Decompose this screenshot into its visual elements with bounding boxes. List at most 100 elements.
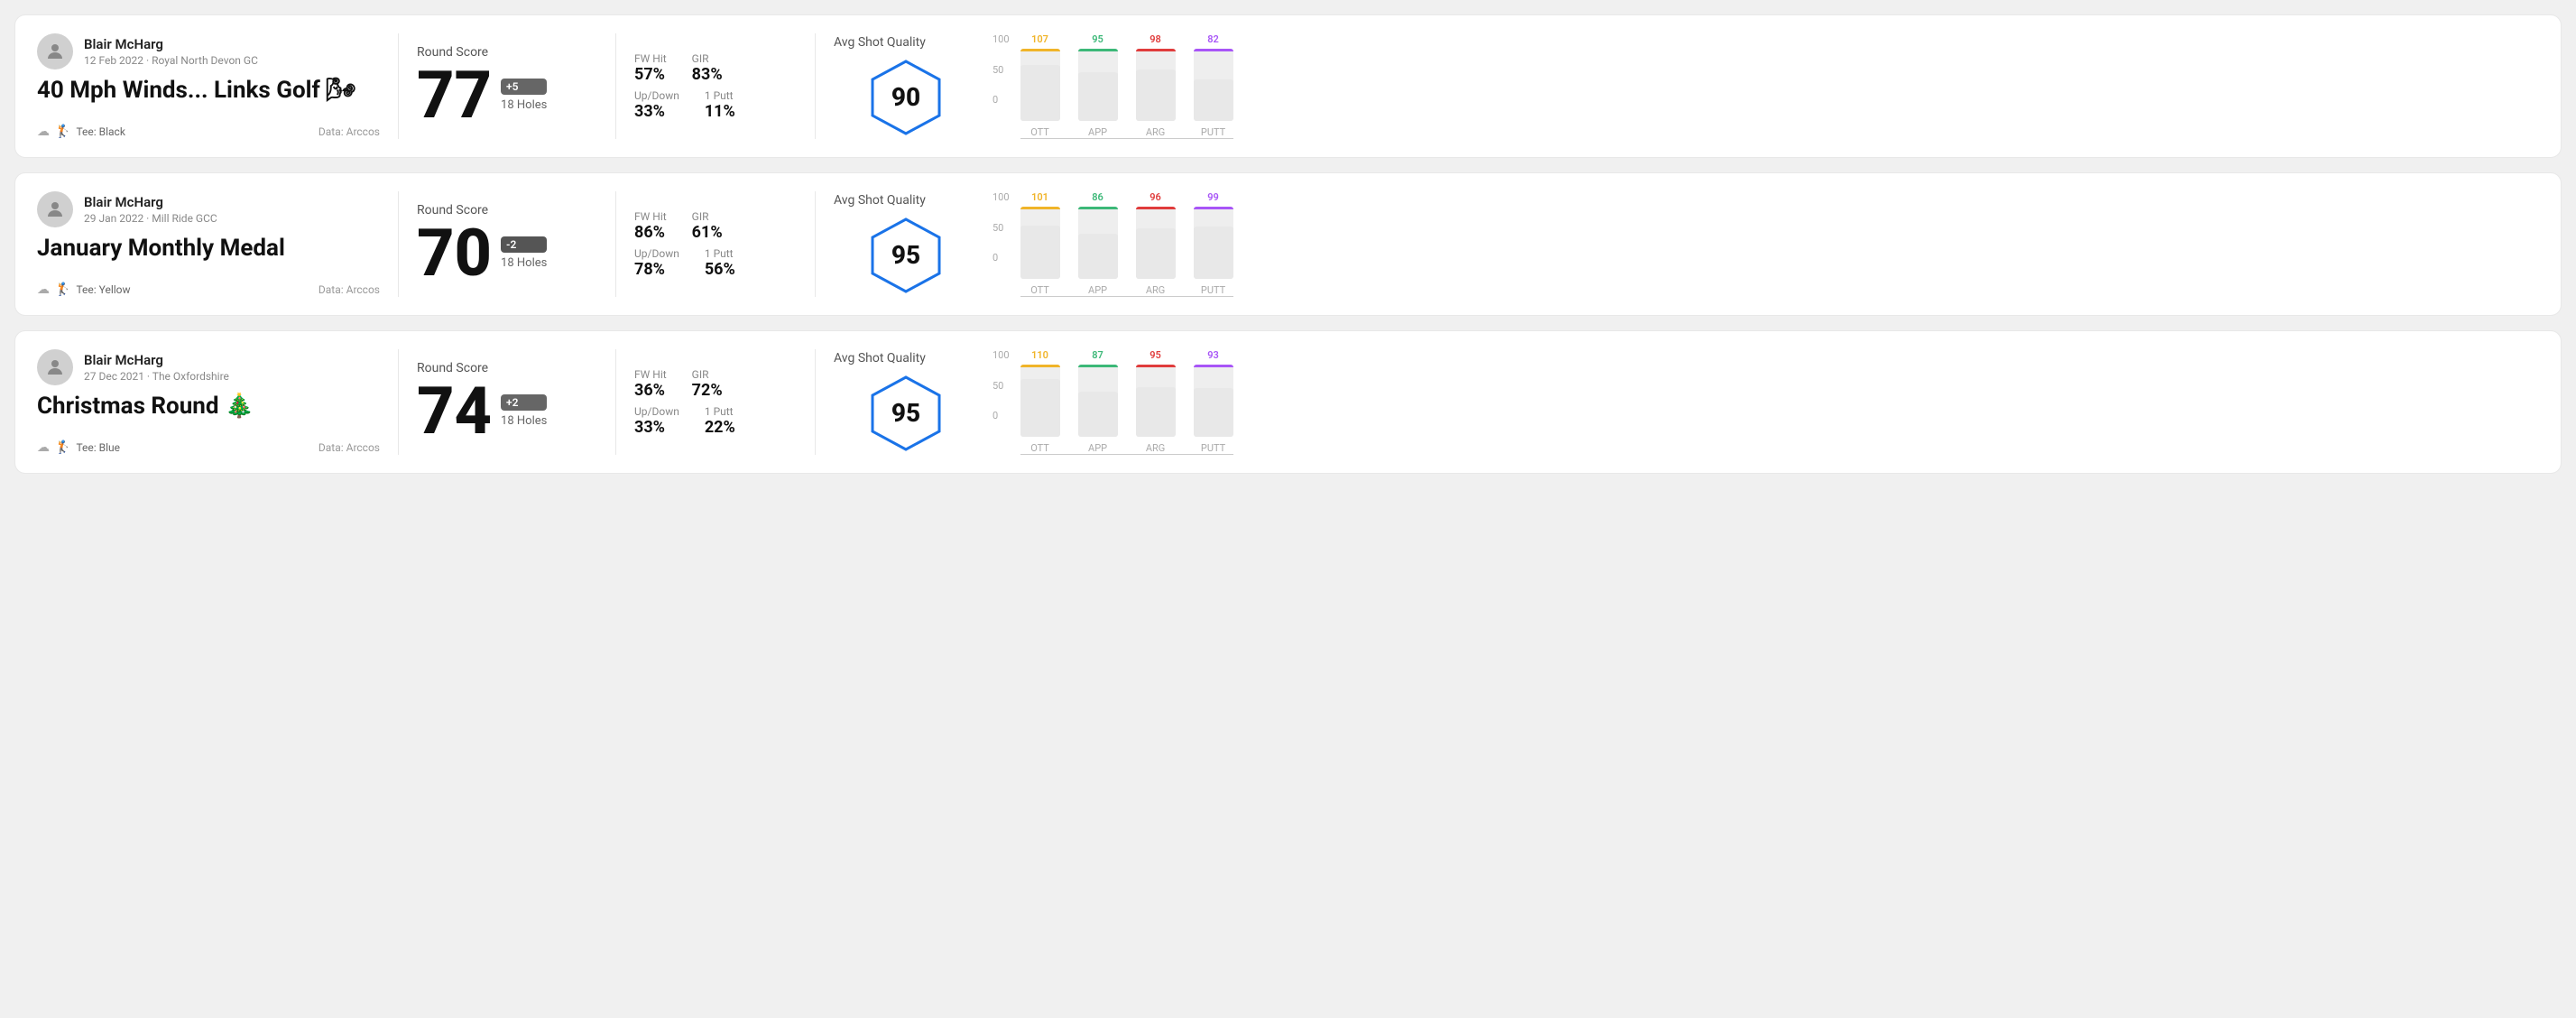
stats-row-bottom: Up/Down 33% 1 Putt 22%	[634, 405, 797, 437]
score-badge: +2	[501, 394, 547, 411]
bar-group-putt: 99 PUTT	[1194, 191, 1233, 296]
bar-accent	[1194, 207, 1233, 209]
bar-value: 95	[1150, 349, 1161, 361]
bar-label: APP	[1088, 284, 1107, 296]
bar-group-ott: 110 OTT	[1020, 349, 1060, 454]
score-number: 74	[417, 379, 492, 444]
data-source: Data: Arccos	[319, 283, 380, 296]
quality-label: Avg Shot Quality	[834, 351, 926, 366]
divider	[398, 349, 399, 455]
score-row: 74 +2 18 Holes	[417, 379, 597, 444]
hexagon-container: 95	[865, 373, 946, 454]
bar-value: 96	[1150, 191, 1161, 203]
card-score: Round Score 70 -2 18 Holes	[417, 191, 597, 297]
bar-label: OTT	[1030, 442, 1049, 454]
card-quality: Avg Shot Quality 95	[834, 191, 978, 297]
bar-group-putt: 82 PUTT	[1194, 33, 1233, 138]
bar-value: 107	[1031, 33, 1048, 45]
bar-fill-bg	[1078, 234, 1118, 279]
bar-value: 98	[1150, 33, 1161, 45]
y-tick: 100	[993, 191, 1010, 203]
bar-group-app: 86 APP	[1078, 191, 1118, 296]
card-footer: ☁ 🏌 Tee: Black Data: Arccos	[37, 125, 380, 139]
bar-group-app: 95 APP	[1078, 33, 1118, 138]
stat-gir: GIR 83%	[692, 52, 723, 84]
round-title: January Monthly Medal	[37, 235, 380, 262]
stats-row-bottom: Up/Down 78% 1 Putt 56%	[634, 247, 797, 279]
bar-fill-bg	[1194, 388, 1233, 437]
card-score: Round Score 77 +5 18 Holes	[417, 33, 597, 139]
score-number: 70	[417, 221, 492, 286]
bar-accent	[1078, 365, 1118, 367]
gir-label: GIR	[692, 210, 723, 223]
tee-info: ☁ 🏌 Tee: Yellow	[37, 282, 131, 297]
updown-label: Up/Down	[634, 247, 679, 260]
stat-updown: Up/Down 78%	[634, 247, 679, 279]
bar-fill-bg	[1136, 69, 1176, 121]
card-stats: FW Hit 86% GIR 61% Up/Down 78% 1 Putt	[634, 191, 797, 297]
person-icon	[44, 199, 66, 220]
oneputt-label: 1 Putt	[705, 247, 735, 260]
stats-row-top: FW Hit 36% GIR 72%	[634, 368, 797, 400]
bar-fill-bg	[1194, 227, 1233, 279]
bar-value: 95	[1092, 33, 1103, 45]
bar-group-putt: 93 PUTT	[1194, 349, 1233, 454]
stat-fw-hit: FW Hit 57%	[634, 52, 667, 84]
avatar	[37, 33, 73, 69]
bar-wrapper	[1020, 207, 1060, 279]
cloud-icon: ☁	[37, 440, 50, 455]
divider	[398, 33, 399, 139]
bar-group-arg: 96 ARG	[1136, 191, 1176, 296]
bag-icon: 🏌	[55, 440, 70, 455]
chart-area: 100500 107 OTT 95 AP	[978, 33, 2539, 139]
score-badge-holes: +5 18 Holes	[501, 79, 547, 112]
updown-value: 33%	[634, 102, 679, 121]
stats-row-top: FW Hit 86% GIR 61%	[634, 210, 797, 242]
bag-icon: 🏌	[55, 282, 70, 297]
bar-fill-bg	[1020, 226, 1060, 279]
bar-wrapper	[1136, 207, 1176, 279]
player-info: Blair McHarg 27 Dec 2021 · The Oxfordshi…	[37, 349, 380, 385]
card-footer: ☁ 🏌 Tee: Yellow Data: Arccos	[37, 282, 380, 297]
fw-hit-label: FW Hit	[634, 368, 667, 381]
bar-wrapper	[1194, 49, 1233, 121]
card-footer: ☁ 🏌 Tee: Blue Data: Arccos	[37, 440, 380, 455]
avatar	[37, 349, 73, 385]
round-title: Christmas Round 🎄	[37, 393, 380, 420]
bar-value: 86	[1092, 191, 1103, 203]
bar-wrapper	[1194, 207, 1233, 279]
bar-wrapper	[1020, 365, 1060, 437]
stats-row-top: FW Hit 57% GIR 83%	[634, 52, 797, 84]
quality-label: Avg Shot Quality	[834, 193, 926, 208]
oneputt-label: 1 Putt	[705, 405, 735, 418]
tee-label: Tee: Yellow	[76, 283, 130, 296]
updown-value: 33%	[634, 418, 679, 437]
gir-label: GIR	[692, 52, 723, 65]
cloud-icon: ☁	[37, 125, 50, 139]
bar-fill-bg	[1078, 392, 1118, 437]
avatar	[37, 191, 73, 227]
oneputt-value: 22%	[705, 418, 735, 437]
bar-wrapper	[1194, 365, 1233, 437]
oneputt-value: 11%	[705, 102, 735, 121]
bar-label: ARG	[1146, 442, 1165, 454]
stat-fw-hit: FW Hit 36%	[634, 368, 667, 400]
stat-fw-hit: FW Hit 86%	[634, 210, 667, 242]
stat-gir: GIR 61%	[692, 210, 723, 242]
bar-label: ARG	[1146, 284, 1165, 296]
fw-hit-label: FW Hit	[634, 52, 667, 65]
fw-hit-value: 36%	[634, 381, 667, 400]
stat-updown: Up/Down 33%	[634, 405, 679, 437]
bar-fill-bg	[1136, 228, 1176, 279]
stat-oneputt: 1 Putt 22%	[705, 405, 735, 437]
card-left: Blair McHarg 12 Feb 2022 · Royal North D…	[37, 33, 380, 139]
stat-oneputt: 1 Putt 11%	[705, 89, 735, 121]
bar-label: APP	[1088, 126, 1107, 138]
updown-value: 78%	[634, 260, 679, 279]
player-date-course: 27 Dec 2021 · The Oxfordshire	[84, 370, 229, 383]
stat-updown: Up/Down 33%	[634, 89, 679, 121]
bar-group-ott: 107 OTT	[1020, 33, 1060, 138]
holes-text: 18 Holes	[501, 98, 547, 112]
card-quality: Avg Shot Quality 90	[834, 33, 978, 139]
bar-accent	[1078, 49, 1118, 51]
